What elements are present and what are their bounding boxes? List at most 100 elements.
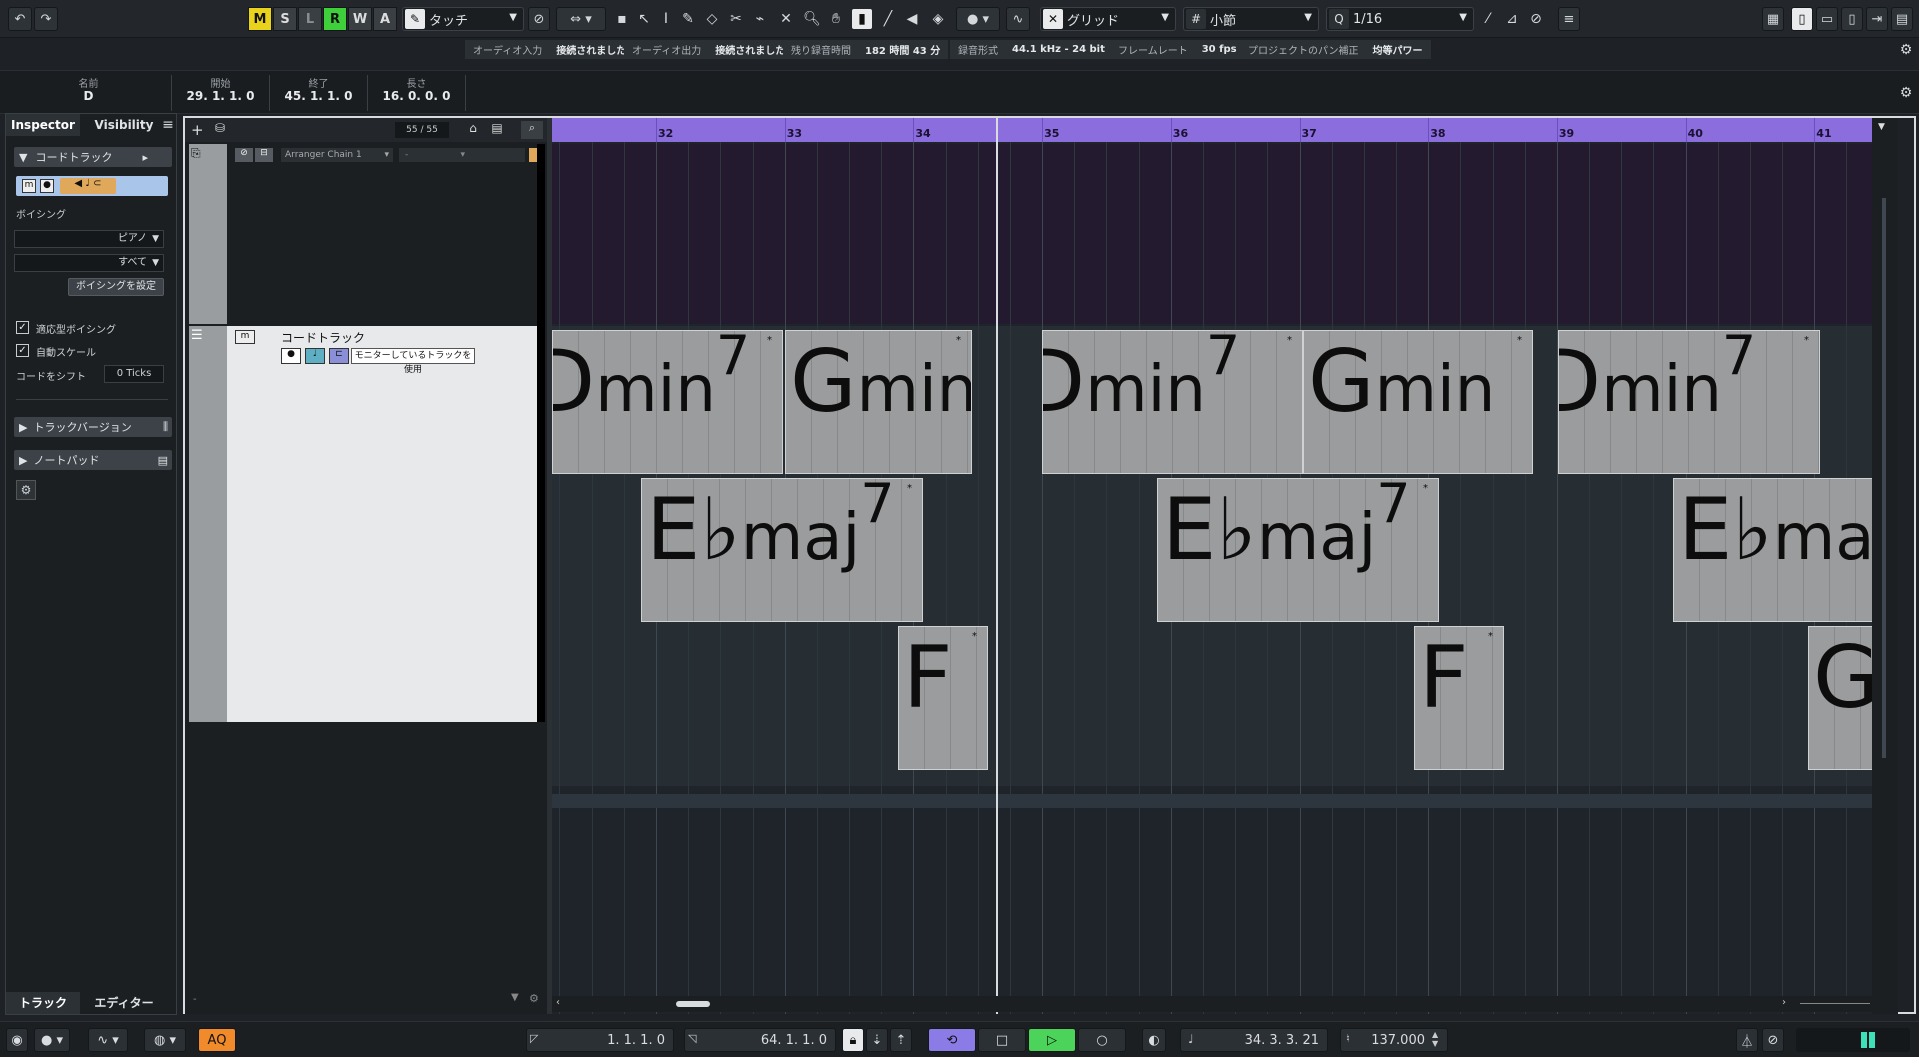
vertical-scrollbar[interactable]: ▼: [1872, 118, 1898, 1014]
lock-icon[interactable]: 🔒︎: [842, 1028, 864, 1052]
automation-a-button[interactable]: A: [373, 7, 397, 31]
zoom-icon[interactable]: 🔍︎: [802, 9, 822, 29]
pointer-icon[interactable]: ↖: [634, 9, 654, 29]
mute-tool-icon[interactable]: ✕: [776, 9, 796, 29]
eraser-icon[interactable]: ◇: [702, 9, 722, 29]
triangle-down-icon[interactable]: ▼: [511, 992, 519, 1003]
info-name-value[interactable]: D: [6, 89, 171, 103]
chord-track-name[interactable]: コードトラック: [281, 329, 365, 346]
voicing-instrument-select[interactable]: ピアノ ▼: [14, 230, 164, 248]
gear-icon[interactable]: ⚙: [529, 992, 539, 1005]
activate-project-button[interactable]: ◉: [6, 1028, 28, 1052]
control-room-button[interactable]: ⇥: [1866, 7, 1888, 31]
info-end-value[interactable]: 45. 1. 1. 0: [270, 89, 367, 103]
chord-event[interactable]: F *: [898, 626, 988, 770]
speaker-icon[interactable]: ◀: [902, 9, 922, 29]
redo-button[interactable]: ↷: [34, 7, 58, 31]
tempo-stepper[interactable]: ▲ ▼: [1432, 1030, 1438, 1048]
track-version-section[interactable]: ▶ トラックバージョン ⫼: [14, 417, 172, 437]
left-zone-button[interactable]: ▯: [1791, 7, 1813, 31]
auto-quantize-button[interactable]: AQ: [198, 1028, 236, 1052]
audio-mode-button[interactable]: ∿ ▾: [88, 1028, 128, 1052]
gear-icon[interactable]: ⚙: [16, 480, 36, 500]
arranger-chain-select[interactable]: Arranger Chain 1 ▾: [281, 148, 393, 162]
color-menu-button[interactable]: ● ▾: [956, 7, 1000, 31]
voicing-all-select[interactable]: すべて ▼: [14, 254, 164, 272]
mixer-button[interactable]: ▤: [1891, 7, 1913, 31]
acoustic-feedback-icon[interactable]: ♩: [305, 348, 325, 364]
chord-event[interactable]: Dmin7 *: [1042, 330, 1303, 474]
iterative-quantize-icon[interactable]: ⁄: [1478, 9, 1498, 29]
activate-icon[interactable]: ⊘: [235, 148, 253, 162]
keyboard-button[interactable]: ▦: [1762, 7, 1784, 31]
record-icon[interactable]: ●: [40, 179, 54, 193]
scroll-thumb[interactable]: [676, 1001, 710, 1007]
gear-icon[interactable]: ⚙: [1896, 83, 1916, 103]
chevron-right-icon[interactable]: ›: [1782, 997, 1786, 1008]
horizontal-scrollbar[interactable]: ‹ ›: [552, 996, 1898, 1012]
quantize-panel-button[interactable]: ≡: [1558, 7, 1580, 31]
chord-event[interactable]: E♭maj7 *: [641, 478, 923, 622]
add-track-icon[interactable]: +: [191, 121, 209, 139]
monitor-icon[interactable]: m: [235, 330, 255, 344]
record-icon[interactable]: ●: [281, 348, 301, 364]
pencil-icon[interactable]: ✎: [678, 9, 698, 29]
chord-shift-value[interactable]: 0 Ticks: [104, 365, 164, 383]
chord-event[interactable]: Dmin7 *: [552, 330, 783, 474]
undo-button[interactable]: ↶: [8, 7, 32, 31]
monitor-track-button[interactable]: モニターしているトラックを使用: [351, 348, 475, 375]
metronome-button[interactable]: ⏃: [1736, 1028, 1758, 1052]
right-zone-button[interactable]: ▯: [1841, 7, 1863, 31]
list-icon[interactable]: ▤: [487, 121, 507, 139]
solo-button[interactable]: S: [273, 7, 297, 31]
search-icon[interactable]: ⌕: [521, 121, 543, 139]
home-icon[interactable]: ⌂: [463, 121, 483, 139]
chord-event[interactable]: E♭maj7 *: [1157, 478, 1439, 622]
glue-icon[interactable]: ⌁: [750, 9, 770, 29]
automation-mode-dropdown[interactable]: ✎ タッチ ▼: [402, 7, 524, 31]
quantize-apply-icon[interactable]: ⊿: [1502, 9, 1522, 29]
precount-button[interactable]: ⊘: [1762, 1028, 1784, 1052]
chord-event[interactable]: E♭maj*: [1673, 478, 1898, 622]
hand-icon[interactable]: ✋︎: [826, 9, 846, 29]
chord-event[interactable]: Dmin7 *: [1558, 330, 1820, 474]
read-automation-button[interactable]: R: [323, 7, 347, 31]
grid-type-dropdown[interactable]: # 小節 ▼: [1183, 7, 1319, 31]
play-button[interactable]: ▷: [1028, 1028, 1076, 1052]
chord-track-header[interactable]: ☰ m コードトラック ● ♩ ⊏ モニターしているトラックを使用: [189, 326, 543, 722]
timeline-ruler[interactable]: 32 33 34 35 36 37 38 39 40 41: [552, 118, 1898, 142]
quantize-reset-icon[interactable]: ⊘: [1526, 9, 1546, 29]
record-button[interactable]: ○: [1078, 1028, 1126, 1052]
track-section-header[interactable]: ▼ コードトラック ▸: [14, 147, 172, 167]
stop-button[interactable]: □: [978, 1028, 1026, 1052]
color-icon[interactable]: ◈: [928, 9, 948, 29]
object-select-icon[interactable]: ▪: [612, 9, 632, 29]
monitor-icon[interactable]: m: [22, 179, 36, 193]
event-display[interactable]: 32333435363738394041 Dmin7*Gmin*Dmin7*Gm…: [552, 118, 1898, 1014]
adaptive-voicing-checkbox[interactable]: ✓: [16, 321, 29, 334]
snap-type-dropdown[interactable]: ✕ グリッド ▼: [1040, 7, 1176, 31]
info-start-value[interactable]: 29. 1. 1. 0: [172, 89, 269, 103]
split-icon[interactable]: ✂: [726, 9, 746, 29]
tab-visibility[interactable]: Visibility: [84, 114, 164, 136]
timewarp-icon[interactable]: ▮: [852, 9, 872, 29]
zoom-slider[interactable]: [1800, 1003, 1870, 1004]
track-splitter[interactable]: [537, 144, 545, 722]
autoscroll-button[interactable]: ⇔ ▾: [556, 7, 606, 31]
metronome-sync-button[interactable]: ◐: [1142, 1028, 1166, 1052]
left-locator-field[interactable]: 1. 1. 1. 0: [526, 1028, 674, 1052]
arranger-lane[interactable]: [552, 144, 1898, 324]
range-select-icon[interactable]: I: [656, 9, 676, 29]
scroll-thumb[interactable]: [1882, 198, 1886, 758]
chevron-left-icon[interactable]: ‹: [556, 997, 560, 1008]
playback-cursor[interactable]: [996, 118, 998, 1014]
chord-event[interactable]: F *: [1414, 626, 1504, 770]
chord-event[interactable]: Gmin *: [1303, 330, 1533, 474]
mute-all-button[interactable]: M: [248, 7, 272, 31]
follow-icon[interactable]: ⊏: [329, 348, 349, 364]
lower-zone-button[interactable]: ▭: [1816, 7, 1838, 31]
automation-suspend-button[interactable]: ⊘: [528, 7, 550, 31]
right-locator-field[interactable]: 64. 1. 1. 0: [684, 1028, 836, 1052]
gear-icon[interactable]: ⚙: [1896, 40, 1916, 60]
line-icon[interactable]: ╱: [878, 9, 898, 29]
